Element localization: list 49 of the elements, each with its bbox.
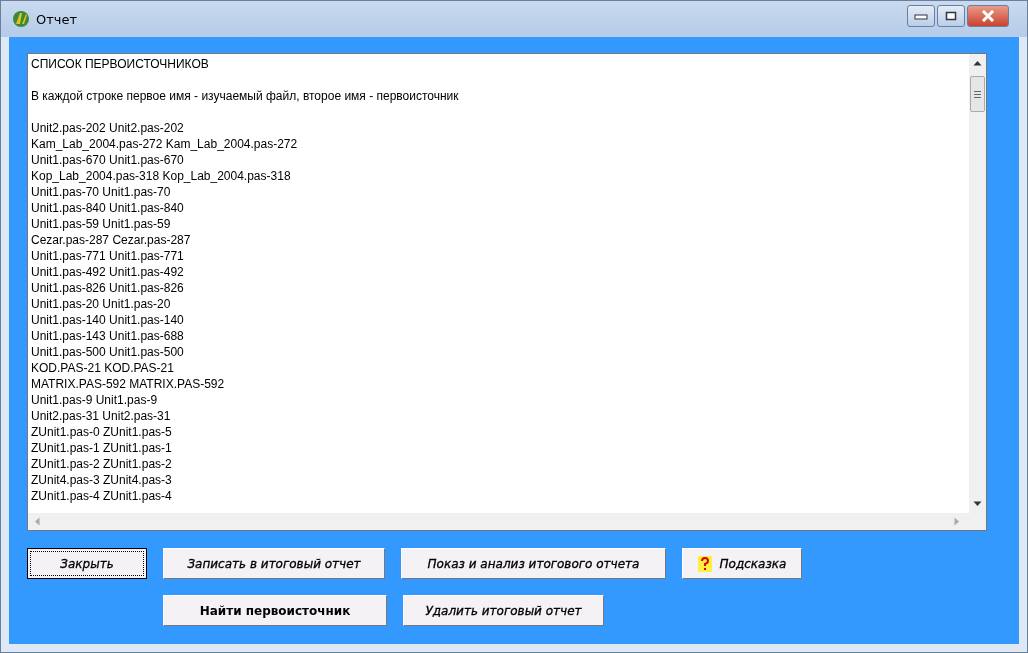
action-button[interactable]: Показ и анализ итогового отчета (401, 548, 666, 579)
report-line: Unit1.pas-771 Unit1.pas-771 (31, 248, 185, 264)
report-text-area[interactable] (27, 53, 987, 531)
report-line: ZUnit1.pas-4 ZUnit1.pas-4 (31, 488, 173, 504)
report-line: ZUnit1.pas-0 ZUnit1.pas-5 (31, 424, 173, 440)
action-button[interactable]: Найти первоисточник (163, 595, 387, 626)
close-button[interactable] (967, 5, 1009, 27)
scrollbar-thumb[interactable] (970, 76, 985, 112)
vertical-scrollbar[interactable] (969, 54, 986, 513)
report-line: ZUnit1.pas-2 ZUnit1.pas-2 (31, 456, 173, 472)
report-line: Unit1.pas-840 Unit1.pas-840 (31, 200, 185, 216)
report-line: MATRIX.PAS-592 MATRIX.PAS-592 (31, 376, 226, 392)
report-line: Unit2.pas-202 Unit2.pas-202 (31, 120, 185, 136)
report-line: Cezar.pas-287 Cezar.pas-287 (31, 232, 192, 248)
report-line: ZUnit1.pas-1 ZUnit1.pas-1 (31, 440, 173, 456)
report-line: Unit1.pas-59 Unit1.pas-59 (31, 216, 172, 232)
maximize-icon (945, 11, 957, 21)
maximize-button[interactable] (937, 5, 965, 27)
up-arrow-icon (973, 60, 982, 66)
horizontal-scrollbar[interactable] (28, 513, 986, 530)
report-line: ZUnit4.pas-3 ZUnit4.pas-3 (31, 472, 173, 488)
report-line: Unit1.pas-70 Unit1.pas-70 (31, 184, 172, 200)
close-icon (981, 10, 995, 22)
report-heading: СПИСОК ПЕРВОИСТОЧНИКОВ (31, 56, 210, 72)
report-line: Unit1.pas-670 Unit1.pas-670 (31, 152, 185, 168)
minimize-button[interactable] (907, 5, 935, 27)
report-line: Unit1.pas-826 Unit1.pas-826 (31, 280, 185, 296)
report-line: Kam_Lab_2004.pas-272 Kam_Lab_2004.pas-272 (31, 136, 299, 152)
report-line: Kop_Lab_2004.pas-318 Kop_Lab_2004.pas-318 (31, 168, 292, 184)
report-line: Unit1.pas-143 Unit1.pas-688 (31, 328, 185, 344)
report-line: KOD.PAS-21 KOD.PAS-21 (31, 360, 175, 376)
report-line: Unit1.pas-20 Unit1.pas-20 (31, 296, 172, 312)
down-arrow-icon (973, 501, 982, 507)
question-mark-icon (697, 555, 712, 572)
report-line: Unit2.pas-31 Unit2.pas-31 (31, 408, 172, 424)
report-line: Unit1.pas-492 Unit1.pas-492 (31, 264, 185, 280)
report-line: Unit1.pas-9 Unit1.pas-9 (31, 392, 159, 408)
right-arrow-icon (954, 517, 960, 526)
action-button[interactable]: Удалить итоговый отчет (403, 595, 604, 626)
action-button[interactable]: Закрыть (27, 548, 147, 579)
report-line: Unit1.pas-500 Unit1.pas-500 (31, 344, 185, 360)
action-button[interactable]: Записать в итоговый отчет (163, 548, 385, 579)
left-arrow-icon (34, 517, 40, 526)
app-icon (11, 9, 31, 29)
action-button[interactable]: Подсказка (682, 548, 802, 579)
minimize-icon (914, 12, 928, 20)
window-title: Отчет (36, 11, 78, 27)
report-line: Unit1.pas-140 Unit1.pas-140 (31, 312, 185, 328)
report-note: В каждой строке первое имя - изучаемый файл, второе имя - первоисточник (31, 88, 460, 104)
